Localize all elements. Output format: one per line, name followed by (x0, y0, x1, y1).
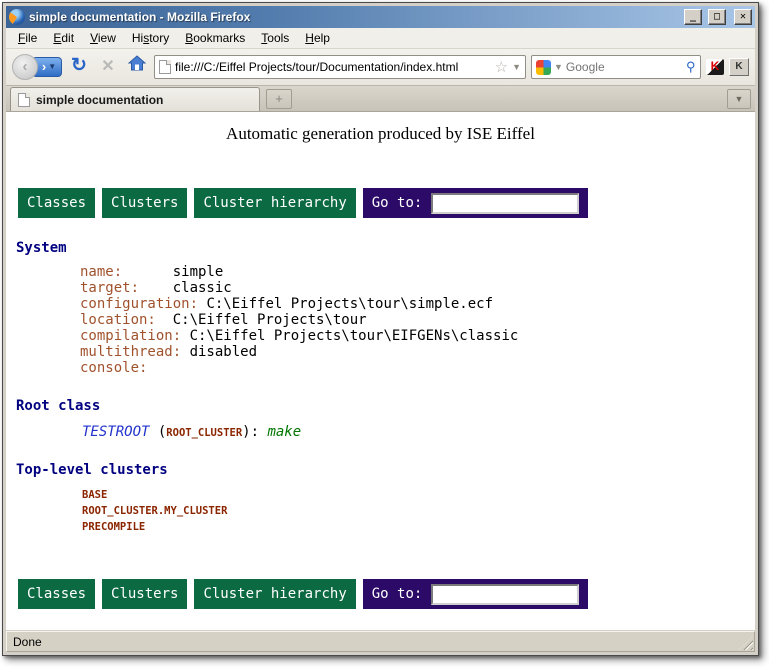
google-logo-icon (536, 60, 551, 75)
menu-help[interactable]: Help (297, 29, 338, 47)
nav-button-row-top: Classes Clusters Cluster hierarchy Go to… (18, 188, 755, 218)
home-button[interactable] (125, 55, 149, 79)
menu-bookmarks[interactable]: Bookmarks (177, 29, 253, 47)
close-button[interactable]: ✕ (734, 9, 752, 25)
menu-view[interactable]: View (82, 29, 124, 47)
menu-bar: File Edit View History Bookmarks Tools H… (6, 28, 755, 49)
forward-history-caret-icon[interactable]: ▼ (48, 62, 56, 71)
search-input[interactable] (566, 60, 684, 74)
system-properties: name: simple target: classic configurati… (80, 264, 755, 376)
search-magnifier-icon[interactable]: ⚲ (686, 59, 696, 75)
menu-history[interactable]: History (124, 29, 177, 47)
bookmark-star-icon[interactable]: ☆ (495, 60, 508, 75)
navigation-toolbar: ‹ ›▼ ↻ ✕ ☆ ▼ ▼ ⚲ K K (6, 49, 755, 86)
url-bar[interactable]: ☆ ▼ (154, 55, 526, 79)
goto-label-bottom: Go to: (372, 586, 423, 602)
firefox-icon (9, 9, 25, 25)
search-engine-dropdown-icon[interactable]: ▼ (554, 62, 563, 72)
top-level-clusters-heading: Top-level clusters (16, 462, 755, 478)
maximize-button[interactable]: □ (708, 9, 726, 25)
stop-button[interactable]: ✕ (96, 55, 120, 79)
page-title: Automatic generation produced by ISE Eif… (6, 124, 755, 144)
cluster-item-base[interactable]: BASE (82, 487, 755, 503)
clusters-button-bottom[interactable]: Clusters (102, 579, 187, 609)
page-icon (159, 60, 171, 74)
system-row-console: console: (80, 360, 755, 376)
goto-label: Go to: (372, 195, 423, 211)
browser-window: simple documentation - Mozilla Firefox _… (2, 2, 759, 656)
kaspersky-icon[interactable]: K (706, 59, 724, 75)
system-row-name: name: simple (80, 264, 755, 280)
cluster-hierarchy-button[interactable]: Cluster hierarchy (194, 188, 355, 218)
cluster-hierarchy-button-bottom[interactable]: Cluster hierarchy (194, 579, 355, 609)
reload-button[interactable]: ↻ (67, 55, 91, 79)
new-tab-button[interactable]: + (266, 89, 292, 109)
system-row-compilation: compilation: C:\Eiffel Projects\tour\EIF… (80, 328, 755, 344)
system-row-target: target: classic (80, 280, 755, 296)
tab-page-icon (18, 93, 30, 107)
window-title: simple documentation - Mozilla Firefox (29, 10, 680, 24)
goto-box-bottom: Go to: (363, 579, 589, 609)
menu-file[interactable]: File (10, 29, 45, 47)
page-content: Automatic generation produced by ISE Eif… (6, 112, 755, 630)
menu-tools[interactable]: Tools (253, 29, 297, 47)
classes-button-bottom[interactable]: Classes (18, 579, 95, 609)
goto-input-bottom[interactable] (431, 584, 579, 605)
tab-label: simple documentation (36, 93, 163, 107)
cluster-item-root-cluster-my-cluster[interactable]: ROOT_CLUSTER.MY_CLUSTER (82, 503, 755, 519)
root-class-heading: Root class (16, 398, 755, 414)
url-input[interactable] (175, 60, 491, 74)
goto-input[interactable] (431, 193, 579, 214)
tab-bar: simple documentation + ▼ (6, 86, 755, 112)
title-bar[interactable]: simple documentation - Mozilla Firefox _… (6, 6, 755, 28)
creator-link[interactable]: make (267, 424, 301, 440)
classes-button[interactable]: Classes (18, 188, 95, 218)
status-bar: Done (6, 631, 755, 652)
menu-edit[interactable]: Edit (45, 29, 82, 47)
nav-button-row-bottom: Classes Clusters Cluster hierarchy Go to… (18, 579, 755, 609)
home-icon (128, 55, 146, 71)
url-dropdown-icon[interactable]: ▼ (512, 62, 521, 72)
status-text: Done (13, 635, 42, 649)
root-class-link[interactable]: TESTROOT (82, 424, 149, 440)
clusters-button[interactable]: Clusters (102, 188, 187, 218)
minimize-button[interactable]: _ (684, 9, 702, 25)
back-button[interactable]: ‹ (12, 54, 38, 80)
tab-list-dropdown-button[interactable]: ▼ (727, 89, 751, 109)
resize-grip[interactable] (739, 636, 753, 650)
system-row-location: location: C:\Eiffel Projects\tour (80, 312, 755, 328)
root-class-line: TESTROOT (ROOT_CLUSTER): make (82, 424, 755, 440)
cluster-item-precompile[interactable]: PRECOMPILE (82, 519, 755, 535)
search-box[interactable]: ▼ ⚲ (531, 55, 701, 79)
virtual-keyboard-button[interactable]: K (729, 58, 749, 76)
goto-box: Go to: (363, 188, 589, 218)
system-heading: System (16, 240, 755, 256)
tab-simple-documentation[interactable]: simple documentation (10, 87, 260, 111)
root-cluster-link[interactable]: ROOT_CLUSTER (166, 427, 242, 439)
cluster-list: BASE ROOT_CLUSTER.MY_CLUSTER PRECOMPILE (82, 487, 755, 535)
system-row-configuration: configuration: C:\Eiffel Projects\tour\s… (80, 296, 755, 312)
system-row-multithread: multithread: disabled (80, 344, 755, 360)
